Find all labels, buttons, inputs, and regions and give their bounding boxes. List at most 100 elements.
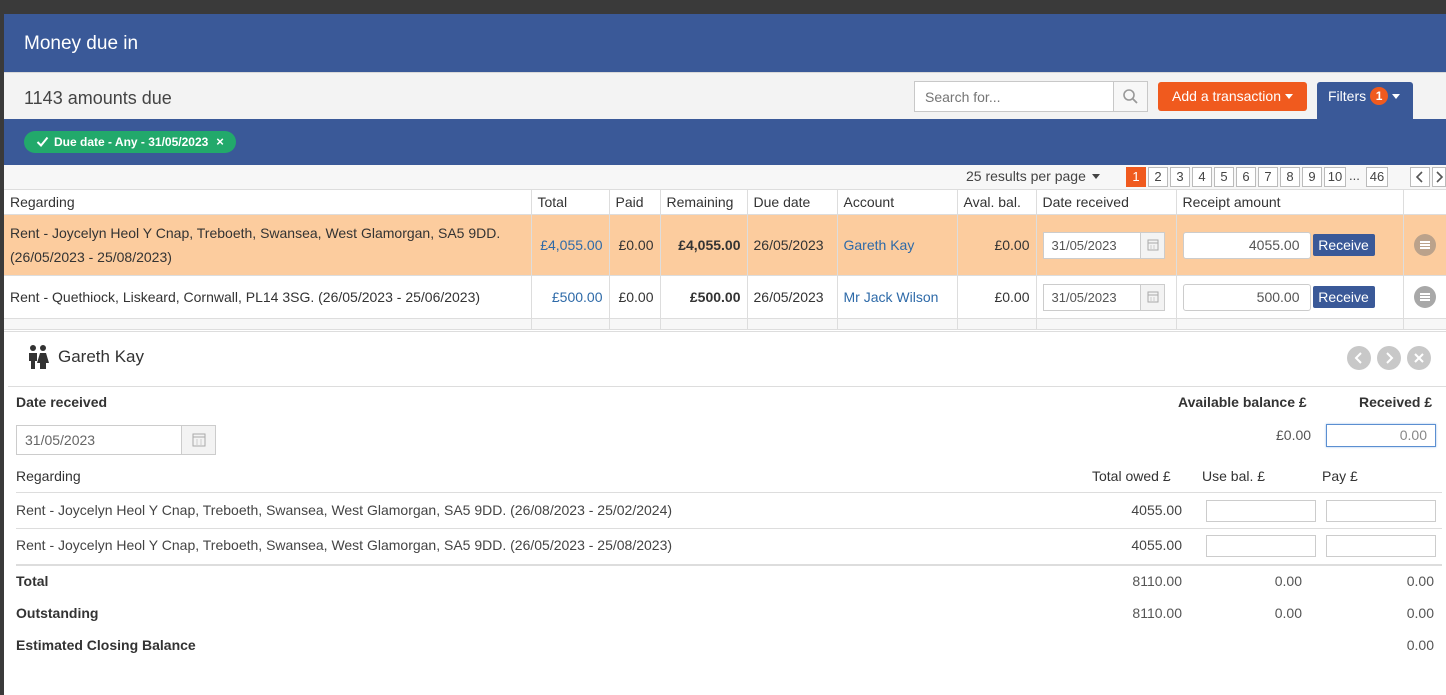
cell-total-link[interactable]: £4,055.00 bbox=[531, 214, 610, 276]
cell-paid: £0.00 bbox=[609, 275, 661, 319]
column-header-due-date[interactable]: Due date bbox=[747, 189, 838, 215]
calendar-icon[interactable] bbox=[181, 426, 215, 454]
amounts-due-count: 1143 amounts due bbox=[24, 88, 172, 108]
window-top-strip bbox=[0, 0, 1446, 14]
table-row[interactable]: Rent - Joycelyn Heol Y Cnap, Treboeth, S… bbox=[4, 214, 1446, 276]
page-button-7[interactable]: 7 bbox=[1258, 167, 1278, 187]
filters-label: Filters bbox=[1328, 88, 1367, 104]
cell-receipt-amount: 4055.00 Receive bbox=[1176, 214, 1404, 276]
panel-item-regarding: Rent - Joycelyn Heol Y Cnap, Treboeth, S… bbox=[16, 502, 673, 518]
cell-actions bbox=[1403, 214, 1446, 276]
filter-chip-due-date[interactable]: Due date - Any - 31/05/2023 × bbox=[24, 131, 236, 153]
results-per-page-label: 25 results per page bbox=[966, 168, 1086, 184]
page-button-10[interactable]: 10 bbox=[1324, 167, 1346, 187]
cell-due-date: 26/05/2023 bbox=[747, 214, 838, 276]
panel-next-button[interactable] bbox=[1377, 346, 1401, 370]
panel-header-divider bbox=[16, 492, 1442, 493]
pagination-bar: 25 results per page 1 2 3 4 5 6 7 8 9 10… bbox=[4, 165, 1446, 189]
page-button-3[interactable]: 3 bbox=[1170, 167, 1190, 187]
panel-divider bbox=[8, 386, 1446, 387]
pay-input[interactable] bbox=[1326, 535, 1436, 557]
cell-due-date: 26/05/2023 bbox=[747, 275, 838, 319]
pay-input[interactable] bbox=[1326, 500, 1436, 522]
page-button-2[interactable]: 2 bbox=[1148, 167, 1168, 187]
outstanding-owed-value: 8110.00 bbox=[1132, 605, 1182, 621]
received-amount-input[interactable]: 0.00 bbox=[1326, 424, 1436, 447]
chevron-down-icon bbox=[1091, 174, 1100, 179]
receipt-amount-input[interactable]: 4055.00 bbox=[1182, 231, 1311, 259]
total-label: Total bbox=[16, 573, 49, 589]
received-label: Received £ bbox=[1359, 394, 1433, 410]
panel-row-divider bbox=[16, 528, 1442, 529]
column-header-account[interactable]: Account bbox=[837, 189, 958, 215]
column-header-date-received: Date received bbox=[1036, 189, 1177, 215]
results-per-page-select[interactable]: 25 results per page bbox=[966, 168, 1100, 184]
cell-account-link[interactable]: Mr Jack Wilson bbox=[837, 275, 958, 319]
total-pay-value: 0.00 bbox=[1406, 573, 1434, 589]
cell-regarding: Rent - Quethiock, Liskeard, Cornwall, PL… bbox=[4, 275, 532, 319]
chevron-down-icon bbox=[1284, 94, 1293, 99]
panel-totals-divider bbox=[16, 564, 1442, 566]
cell-remaining: £500.00 bbox=[660, 275, 748, 319]
outstanding-use-bal-value: 0.00 bbox=[1274, 605, 1302, 621]
prev-page-button[interactable] bbox=[1410, 167, 1430, 187]
page-button-9[interactable]: 9 bbox=[1302, 167, 1322, 187]
active-filters-bar: Due date - Any - 31/05/2023 × bbox=[4, 119, 1446, 165]
page-button-6[interactable]: 6 bbox=[1236, 167, 1256, 187]
row-menu-icon[interactable] bbox=[1413, 234, 1436, 256]
cell-receipt-amount: 500.00 Receive bbox=[1176, 275, 1404, 319]
close-icon bbox=[1414, 353, 1424, 363]
page-button-4[interactable]: 4 bbox=[1192, 167, 1212, 187]
column-header-paid[interactable]: Paid bbox=[609, 189, 661, 215]
outstanding-pay-value: 0.00 bbox=[1406, 605, 1434, 621]
column-header-aval-bal[interactable]: Aval. bal. bbox=[957, 189, 1037, 215]
receive-payment-panel: Gareth Kay Date received Available balan… bbox=[4, 331, 1446, 695]
add-transaction-button[interactable]: Add a transaction bbox=[1158, 82, 1307, 111]
cell-total-link[interactable]: £500.00 bbox=[531, 275, 610, 319]
date-received-input[interactable]: 31/05/2023 bbox=[1042, 283, 1165, 311]
use-bal-column-label: Use bal. £ bbox=[1202, 468, 1266, 484]
estimated-closing-balance-value: 0.00 bbox=[1406, 637, 1434, 653]
cell-date-received: 31/05/2023 bbox=[1036, 214, 1177, 276]
filters-button[interactable]: Filters 1 bbox=[1317, 82, 1413, 120]
regarding-column-label: Regarding bbox=[16, 468, 81, 484]
panel-date-received-input[interactable]: 31/05/2023 bbox=[16, 425, 216, 455]
date-received-value: 31/05/2023 bbox=[1051, 237, 1117, 253]
search-button[interactable] bbox=[1113, 82, 1147, 111]
column-header-regarding[interactable]: Regarding bbox=[4, 189, 532, 215]
use-bal-input[interactable] bbox=[1206, 500, 1316, 522]
receive-button[interactable]: Receive bbox=[1312, 286, 1375, 308]
page-ellipsis: ... bbox=[1349, 168, 1360, 183]
estimated-closing-balance-label: Estimated Closing Balance bbox=[16, 637, 196, 653]
table-row[interactable]: Rent - Quethiock, Liskeard, Cornwall, PL… bbox=[4, 275, 1446, 319]
date-received-input[interactable]: 31/05/2023 bbox=[1042, 231, 1165, 259]
cell-aval-bal: £0.00 bbox=[957, 214, 1037, 276]
page-button-5[interactable]: 5 bbox=[1214, 167, 1234, 187]
receipt-amount-input[interactable]: 500.00 bbox=[1182, 283, 1311, 311]
page-button-8[interactable]: 8 bbox=[1280, 167, 1300, 187]
chevron-left-icon bbox=[1354, 352, 1362, 364]
column-header-actions bbox=[1403, 189, 1446, 215]
cell-aval-bal: £0.00 bbox=[957, 275, 1037, 319]
date-received-label: Date received bbox=[16, 394, 108, 410]
cell-account-link[interactable]: Gareth Kay bbox=[837, 214, 958, 276]
panel-item-owed: 4055.00 bbox=[1131, 537, 1182, 553]
calendar-icon[interactable] bbox=[1139, 284, 1164, 310]
row-menu-icon[interactable] bbox=[1413, 286, 1436, 308]
calendar-icon[interactable] bbox=[1139, 232, 1164, 258]
column-header-remaining[interactable]: Remaining bbox=[660, 189, 748, 215]
remove-filter-icon[interactable]: × bbox=[216, 134, 224, 149]
receive-button[interactable]: Receive bbox=[1312, 234, 1375, 256]
filter-chip-label: Due date - Any - 31/05/2023 bbox=[54, 135, 209, 149]
next-page-button[interactable] bbox=[1432, 167, 1446, 187]
total-owed-column-label: Total owed £ bbox=[1092, 468, 1171, 484]
use-bal-input[interactable] bbox=[1206, 535, 1316, 557]
panel-prev-button[interactable] bbox=[1347, 346, 1371, 370]
search-input[interactable] bbox=[915, 82, 1114, 111]
column-header-total[interactable]: Total bbox=[531, 189, 610, 215]
page-button-last[interactable]: 46 bbox=[1366, 167, 1388, 187]
panel-item-owed: 4055.00 bbox=[1131, 502, 1182, 518]
cell-actions bbox=[1403, 275, 1446, 319]
panel-close-button[interactable] bbox=[1407, 346, 1431, 370]
page-button-1[interactable]: 1 bbox=[1126, 167, 1146, 187]
